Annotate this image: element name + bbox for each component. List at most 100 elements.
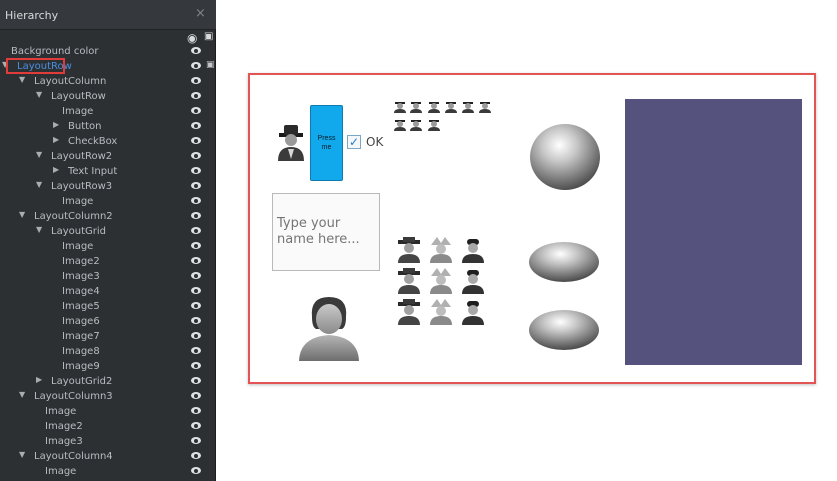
character-grid <box>396 237 490 329</box>
hierarchy-item[interactable]: ▶ Text Input <box>0 164 214 179</box>
hierarchy-item[interactable]: ▼ LayoutColumn2 <box>0 209 214 224</box>
expand-arrow-down-icon[interactable]: ▼ <box>36 150 42 159</box>
hierarchy-item[interactable]: Image3 <box>0 434 214 449</box>
hierarchy-item[interactable]: Image <box>0 404 214 419</box>
hierarchy-item[interactable]: Image5 <box>0 299 214 314</box>
hierarchy-item[interactable]: ▼ LayoutGrid <box>0 224 214 239</box>
hierarchy-item[interactable]: Image <box>0 239 214 254</box>
expand-arrow-down-icon[interactable]: ▼ <box>19 210 25 219</box>
hierarchy-item[interactable]: Image7 <box>0 329 214 344</box>
hierarchy-item[interactable]: Image3 <box>0 269 214 284</box>
eye-icon[interactable] <box>191 182 201 189</box>
hierarchy-item[interactable]: Image6 <box>0 314 214 329</box>
name-text-input[interactable] <box>272 193 380 271</box>
hierarchy-item-label: Image2 <box>45 421 83 432</box>
hierarchy-item[interactable]: Image8 <box>0 344 214 359</box>
hierarchy-item[interactable]: ▼ LayoutRow2 <box>0 149 214 164</box>
eye-icon[interactable] <box>191 422 201 429</box>
hierarchy-item-label: Button <box>68 121 102 132</box>
eye-icon[interactable] <box>191 377 201 384</box>
hierarchy-item-label: Image <box>62 106 94 117</box>
hierarchy-item[interactable]: ▼ LayoutColumn4 <box>0 449 214 464</box>
visibility-column-eye-icon[interactable]: ◉ <box>187 31 197 45</box>
expand-arrow-down-icon[interactable]: ▼ <box>36 180 42 189</box>
hierarchy-item[interactable]: Background color <box>0 44 214 59</box>
eye-icon[interactable] <box>191 197 201 204</box>
eye-icon[interactable] <box>191 287 201 294</box>
user-profile-icon <box>299 297 359 361</box>
hierarchy-item[interactable]: Image9 <box>0 359 214 374</box>
eye-icon[interactable] <box>191 227 201 234</box>
expand-arrow-right-icon[interactable]: ▶ <box>53 135 59 144</box>
hierarchy-item[interactable]: ▼ LayoutRow3 <box>0 179 214 194</box>
hierarchy-item[interactable]: Image <box>0 104 214 119</box>
eye-icon[interactable] <box>191 242 201 249</box>
hierarchy-header: Hierarchy × <box>0 0 216 30</box>
eye-icon[interactable] <box>191 332 201 339</box>
eye-icon[interactable] <box>191 302 201 309</box>
hierarchy-item[interactable]: Image2 <box>0 419 214 434</box>
color-rect-image <box>625 99 802 365</box>
eye-icon[interactable] <box>191 392 201 399</box>
expand-arrow-down-icon[interactable]: ▼ <box>19 75 25 84</box>
ok-checkbox[interactable]: ✓ <box>347 135 361 149</box>
hierarchy-item-label: Text Input <box>68 166 118 177</box>
eye-icon[interactable] <box>191 362 201 369</box>
hierarchy-item[interactable]: Image <box>0 464 214 479</box>
ellipsoid-icon <box>529 242 599 282</box>
expand-arrow-down-icon[interactable]: ▼ <box>19 450 25 459</box>
eye-icon[interactable] <box>191 152 201 159</box>
expand-arrow-down-icon[interactable]: ▼ <box>19 390 25 399</box>
eye-icon[interactable] <box>191 137 201 144</box>
expand-arrow-right-icon[interactable]: ▶ <box>53 120 59 129</box>
eye-icon[interactable] <box>191 452 201 459</box>
hierarchy-item-label: Image7 <box>62 331 100 342</box>
hierarchy-item-label: Image5 <box>62 301 100 312</box>
eye-icon[interactable] <box>191 77 201 84</box>
eye-icon[interactable] <box>191 47 201 54</box>
selection-highlight <box>6 58 65 74</box>
hierarchy-item-label: Image8 <box>62 346 100 357</box>
hierarchy-item[interactable]: ▶ Button <box>0 119 214 134</box>
eye-icon[interactable] <box>191 272 201 279</box>
eye-icon[interactable] <box>191 437 201 444</box>
hierarchy-item-label: LayoutRow3 <box>51 181 113 192</box>
eye-icon[interactable] <box>191 347 201 354</box>
hierarchy-item[interactable]: Image2 <box>0 254 214 269</box>
eye-icon[interactable] <box>191 317 201 324</box>
hierarchy-item[interactable]: ▼ LayoutRow <box>0 89 214 104</box>
hierarchy-item[interactable]: ▶ CheckBox <box>0 134 214 149</box>
eye-icon[interactable] <box>191 257 201 264</box>
ok-checkbox-label: OK <box>366 135 384 149</box>
hierarchy-item-label: LayoutColumn3 <box>34 391 113 402</box>
hierarchy-item[interactable]: ▶ LayoutGrid2 <box>0 374 214 389</box>
hierarchy-item-label: LayoutRow2 <box>51 151 113 162</box>
hierarchy-item-label: LayoutColumn <box>34 76 107 87</box>
hierarchy-item[interactable]: ▼ LayoutColumn3 <box>0 389 214 404</box>
hierarchy-item[interactable]: ▼ LayoutColumn <box>0 74 214 89</box>
hierarchy-title: Hierarchy <box>5 9 59 22</box>
eye-icon[interactable] <box>191 92 201 99</box>
lock-column-icon[interactable]: ▣ <box>204 31 213 42</box>
expand-arrow-down-icon[interactable]: ▼ <box>36 225 42 234</box>
hierarchy-item-label: LayoutRow <box>51 91 106 102</box>
expand-arrow-right-icon[interactable]: ▶ <box>36 375 42 384</box>
eye-icon[interactable] <box>191 467 201 474</box>
hierarchy-item-label: Image2 <box>62 256 100 267</box>
hierarchy-item-label: Background color <box>11 46 99 57</box>
eye-icon[interactable] <box>191 212 201 219</box>
eye-icon[interactable] <box>191 62 201 69</box>
eye-icon[interactable] <box>191 167 201 174</box>
hierarchy-item[interactable]: Image4 <box>0 284 214 299</box>
eye-icon[interactable] <box>191 122 201 129</box>
eye-icon[interactable] <box>191 407 201 414</box>
close-icon[interactable]: × <box>195 6 206 21</box>
expand-arrow-down-icon[interactable]: ▼ <box>36 90 42 99</box>
eye-icon[interactable] <box>191 107 201 114</box>
expand-arrow-right-icon[interactable]: ▶ <box>53 165 59 174</box>
press-me-button[interactable]: Press me <box>310 105 343 181</box>
layout-preview[interactable]: Press me ✓ OK <box>248 73 816 384</box>
hierarchy-item-label: LayoutGrid <box>51 226 106 237</box>
hierarchy-item[interactable]: Image <box>0 194 214 209</box>
lock-icon[interactable]: ▣ <box>206 60 215 70</box>
